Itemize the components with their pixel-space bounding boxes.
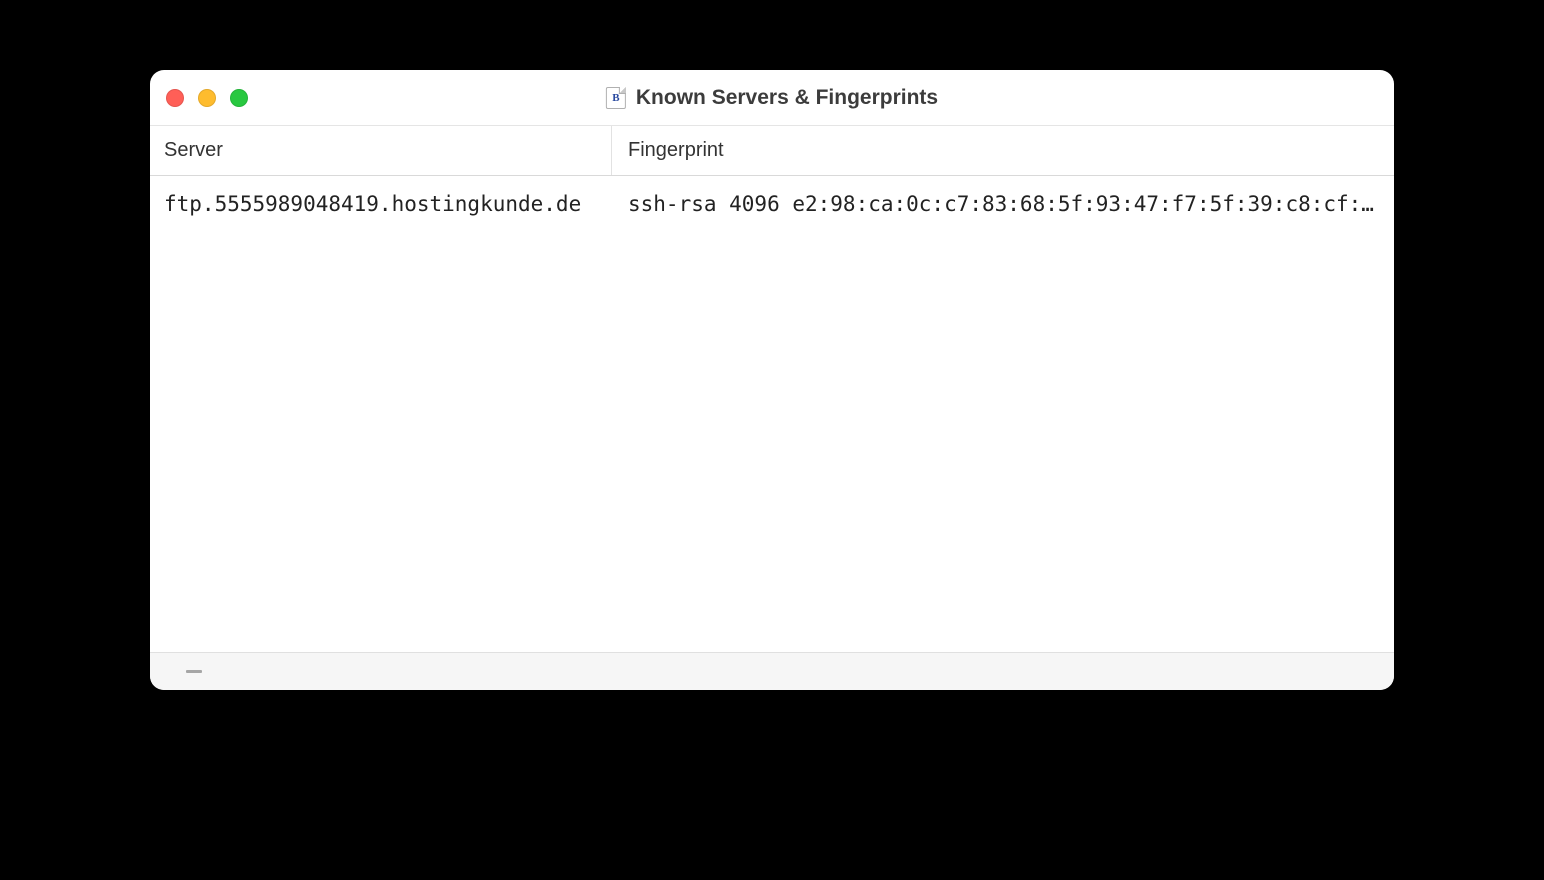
cell-fingerprint: ssh-rsa 4096 e2:98:ca:0c:c7:83:68:5f:93:… <box>612 192 1394 216</box>
cell-server: ftp.5555989048419.hostingkunde.de <box>150 192 612 216</box>
footer-toolbar <box>150 652 1394 690</box>
known-servers-window: B Known Servers & Fingerprints Server Fi… <box>150 70 1394 690</box>
titlebar: B Known Servers & Fingerprints <box>150 70 1394 126</box>
window-controls <box>150 89 248 107</box>
title-group: B Known Servers & Fingerprints <box>606 86 938 110</box>
minimize-window-button[interactable] <box>198 89 216 107</box>
table-body: ftp.5555989048419.hostingkunde.de ssh-rs… <box>150 176 1394 652</box>
remove-button[interactable] <box>186 670 202 673</box>
zoom-window-button[interactable] <box>230 89 248 107</box>
app-icon-letter: B <box>612 92 619 104</box>
column-header-fingerprint[interactable]: Fingerprint <box>612 126 1394 175</box>
window-title: Known Servers & Fingerprints <box>636 86 938 110</box>
table-row[interactable]: ftp.5555989048419.hostingkunde.de ssh-rs… <box>150 176 1394 232</box>
table-header: Server Fingerprint <box>150 126 1394 176</box>
close-window-button[interactable] <box>166 89 184 107</box>
app-document-icon: B <box>606 87 626 109</box>
column-header-server[interactable]: Server <box>150 126 612 175</box>
